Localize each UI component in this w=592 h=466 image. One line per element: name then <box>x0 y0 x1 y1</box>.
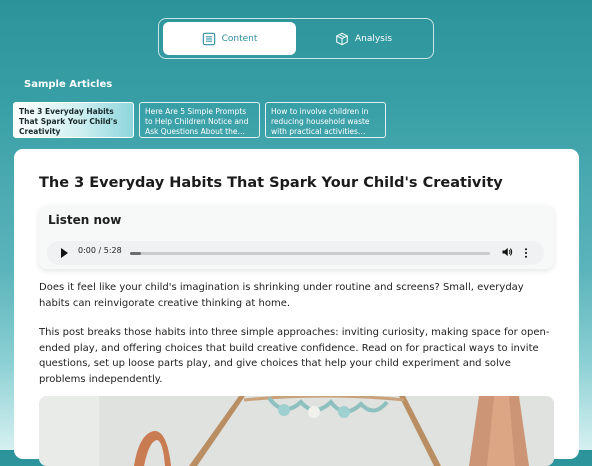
audio-time: 0:00 / 5:28 <box>78 246 122 255</box>
article-hero-image <box>39 396 554 466</box>
audio-progress-bar[interactable] <box>130 252 490 255</box>
tab-analysis[interactable]: Analysis <box>297 22 430 55</box>
article-body-paragraph: This post breaks those habits into three… <box>39 327 550 385</box>
article-chip-prompts[interactable]: Here Are 5 Simple Prompts to Help Childr… <box>139 102 260 138</box>
listen-title: Listen now <box>48 213 122 227</box>
tab-content-label: Content <box>221 33 258 44</box>
more-options-icon[interactable] <box>523 247 529 259</box>
volume-icon[interactable] <box>501 246 513 258</box>
article-chip-label: How to involve children in reducing hous… <box>271 107 370 136</box>
audio-progress-fill <box>130 252 141 255</box>
article-chip-label: Here Are 5 Simple Prompts to Help Childr… <box>145 107 249 136</box>
tab-content[interactable]: Content <box>163 22 296 55</box>
article-card: The 3 Everyday Habits That Spark Your Ch… <box>14 149 579 466</box>
nursery-illustration <box>39 396 554 466</box>
play-icon[interactable] <box>61 248 68 258</box>
view-tabs: Content Analysis <box>158 18 434 59</box>
document-icon <box>202 32 215 45</box>
article-intro-paragraph: Does it feel like your child's imaginati… <box>39 282 524 309</box>
audio-player: 0:00 / 5:28 <box>47 241 544 265</box>
tab-analysis-label: Analysis <box>354 33 393 44</box>
article-chip-waste[interactable]: How to involve children in reducing hous… <box>265 102 386 138</box>
listen-panel: Listen now 0:00 / 5:28 <box>39 205 554 269</box>
sample-articles-heading: Sample Articles <box>24 79 113 90</box>
article-chip-creativity[interactable]: The 3 Everyday Habits That Spark Your Ch… <box>13 102 134 138</box>
cube-icon <box>336 32 348 45</box>
article-chip-label: The 3 Everyday Habits That Spark Your Ch… <box>19 107 118 136</box>
article-title: The 3 Everyday Habits That Spark Your Ch… <box>39 175 503 191</box>
